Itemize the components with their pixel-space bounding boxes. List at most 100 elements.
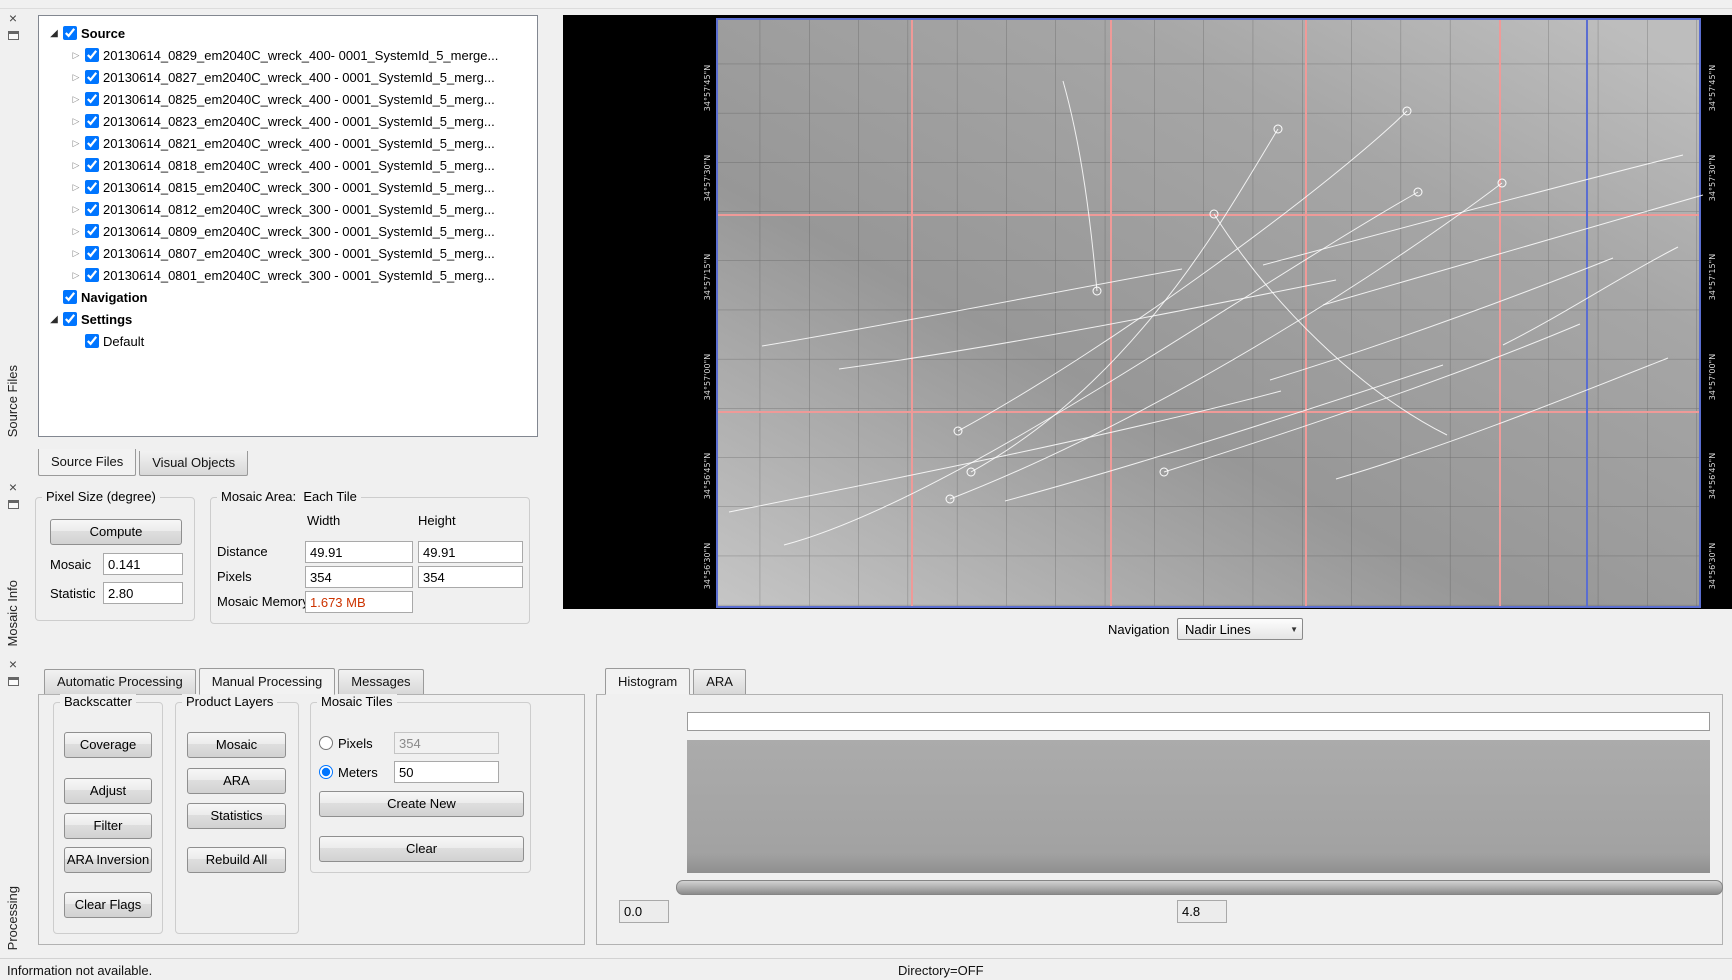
coverage-button[interactable]: Coverage bbox=[64, 732, 152, 758]
tab-source-files[interactable]: Source Files bbox=[38, 449, 136, 476]
histogram-max-field[interactable] bbox=[1177, 900, 1227, 923]
tree-row-file[interactable]: ▷ 20130614_0809_em2040C_wreck_300 - 0001… bbox=[39, 220, 537, 242]
tree-row-file[interactable]: ▷ 20130614_0801_em2040C_wreck_300 - 0001… bbox=[39, 264, 537, 286]
pixels-radio[interactable] bbox=[319, 736, 333, 750]
filter-button[interactable]: Filter bbox=[64, 813, 152, 839]
histogram-min-field[interactable] bbox=[619, 900, 669, 923]
expander-icon[interactable]: ▷ bbox=[69, 138, 83, 149]
tree-checkbox[interactable] bbox=[63, 290, 77, 304]
tree-row-file[interactable]: ▷ 20130614_0818_em2040C_wreck_400 - 0001… bbox=[39, 154, 537, 176]
tree-checkbox[interactable] bbox=[63, 26, 77, 40]
clear-button[interactable]: Clear bbox=[319, 836, 524, 862]
tree-checkbox[interactable] bbox=[63, 312, 77, 326]
tree-row-settings[interactable]: ◢ Settings bbox=[39, 308, 537, 330]
height-column-header: Height bbox=[418, 513, 456, 528]
tree-row-file[interactable]: ▷ 20130614_0825_em2040C_wreck_400 - 0001… bbox=[39, 88, 537, 110]
processing-dock-strip: × Processing bbox=[0, 654, 27, 959]
tile-meters-field[interactable] bbox=[394, 761, 499, 783]
create-new-button[interactable]: Create New bbox=[319, 791, 524, 817]
close-icon[interactable]: × bbox=[5, 11, 21, 27]
tree-checkbox[interactable] bbox=[85, 334, 99, 348]
tree-row-file[interactable]: ▷ 20130614_0823_em2040C_wreck_400 - 0001… bbox=[39, 110, 537, 132]
tree-item-label: 20130614_0812_em2040C_wreck_300 - 0001_S… bbox=[103, 202, 495, 217]
expander-icon[interactable]: ▷ bbox=[69, 94, 83, 105]
expander-icon[interactable]: ▷ bbox=[69, 160, 83, 171]
tree-checkbox[interactable] bbox=[85, 202, 99, 216]
mosaic-memory-value bbox=[305, 591, 413, 613]
source-tree-panel: ◢ Source ▷ 20130614_0829_em2040C_wreck_4… bbox=[38, 15, 538, 437]
pixels-height-field[interactable] bbox=[418, 566, 523, 588]
tree-checkbox[interactable] bbox=[85, 158, 99, 172]
tab-ara[interactable]: ARA bbox=[693, 669, 746, 694]
source-files-dock-strip: × Source Files bbox=[0, 9, 27, 477]
float-dock-icon[interactable] bbox=[8, 500, 19, 509]
statistic-pixel-size-field[interactable] bbox=[103, 582, 183, 604]
tab-automatic-processing[interactable]: Automatic Processing bbox=[44, 669, 196, 694]
navigation-combo-value: Nadir Lines bbox=[1185, 622, 1251, 637]
navigation-combo[interactable]: Nadir Lines ▼ bbox=[1177, 618, 1303, 640]
float-dock-icon[interactable] bbox=[8, 31, 19, 40]
map-view[interactable]: 34°57'45"N 34°57'30"N 34°57'15"N 34°57'0… bbox=[563, 15, 1732, 609]
tree-item-label: 20130614_0827_em2040C_wreck_400 - 0001_S… bbox=[103, 70, 495, 85]
mosaic-pixel-size-field[interactable] bbox=[103, 553, 183, 575]
pixels-width-field[interactable] bbox=[305, 566, 413, 588]
expander-icon[interactable]: ▷ bbox=[69, 204, 83, 215]
expander-icon[interactable]: ▷ bbox=[69, 72, 83, 83]
expander-icon[interactable]: ▷ bbox=[69, 270, 83, 281]
tree-row-file[interactable]: ▷ 20130614_0807_em2040C_wreck_300 - 0001… bbox=[39, 242, 537, 264]
expander-icon[interactable]: ▷ bbox=[69, 182, 83, 193]
tab-histogram[interactable]: Histogram bbox=[605, 668, 690, 695]
close-icon[interactable]: × bbox=[5, 657, 21, 673]
lat-tick-labels-left: 34°57'45"N 34°57'30"N 34°57'15"N 34°57'0… bbox=[703, 65, 712, 589]
tree-checkbox[interactable] bbox=[85, 136, 99, 150]
tree-checkbox[interactable] bbox=[85, 246, 99, 260]
tree-row-source[interactable]: ◢ Source bbox=[39, 22, 537, 44]
tab-messages[interactable]: Messages bbox=[338, 669, 423, 694]
tree-checkbox[interactable] bbox=[85, 70, 99, 84]
tree-checkbox[interactable] bbox=[85, 268, 99, 282]
mosaic-area-group: Mosaic Area: Each Tile Width Height Dist… bbox=[210, 497, 530, 624]
tree-checkbox[interactable] bbox=[85, 114, 99, 128]
tab-manual-processing[interactable]: Manual Processing bbox=[199, 668, 336, 695]
tree-row-file[interactable]: ▷ 20130614_0829_em2040C_wreck_400- 0001_… bbox=[39, 44, 537, 66]
expander-icon[interactable]: ▷ bbox=[69, 116, 83, 127]
tree-item-label: 20130614_0821_em2040C_wreck_400 - 0001_S… bbox=[103, 136, 495, 151]
expander-icon[interactable]: ▷ bbox=[69, 226, 83, 237]
map-canvas[interactable]: 34°57'45"N 34°57'30"N 34°57'15"N 34°57'0… bbox=[563, 15, 1732, 609]
compute-button[interactable]: Compute bbox=[50, 519, 182, 545]
close-icon[interactable]: × bbox=[5, 480, 21, 496]
lat-tick-labels-right: 34°57'45"N 34°57'30"N 34°57'15"N 34°57'0… bbox=[1708, 65, 1717, 589]
tree-checkbox[interactable] bbox=[85, 224, 99, 238]
tree-row-file[interactable]: ▷ 20130614_0812_em2040C_wreck_300 - 0001… bbox=[39, 198, 537, 220]
statistics-button[interactable]: Statistics bbox=[187, 803, 286, 829]
float-dock-icon[interactable] bbox=[8, 677, 19, 686]
tree-checkbox[interactable] bbox=[85, 48, 99, 62]
tree-row-default[interactable]: Default bbox=[39, 330, 537, 352]
expander-icon[interactable]: ◢ bbox=[47, 28, 61, 39]
tree-item-label: 20130614_0807_em2040C_wreck_300 - 0001_S… bbox=[103, 246, 495, 261]
histogram-scrollbar[interactable] bbox=[676, 880, 1723, 895]
clear-flags-button[interactable]: Clear Flags bbox=[64, 892, 152, 918]
tab-visual-objects[interactable]: Visual Objects bbox=[139, 451, 248, 476]
tree-checkbox[interactable] bbox=[85, 180, 99, 194]
distance-width-field[interactable] bbox=[305, 541, 413, 563]
expander-icon[interactable]: ▷ bbox=[69, 248, 83, 259]
meters-radio[interactable] bbox=[319, 765, 333, 779]
distance-height-field[interactable] bbox=[418, 541, 523, 563]
tree-checkbox[interactable] bbox=[85, 92, 99, 106]
tree-row-file[interactable]: ▷ 20130614_0827_em2040C_wreck_400 - 0001… bbox=[39, 66, 537, 88]
mosaic-memory-label: Mosaic Memory bbox=[217, 594, 309, 609]
tree-row-navigation[interactable]: Navigation bbox=[39, 286, 537, 308]
status-directory: Directory=OFF bbox=[898, 963, 984, 978]
expander-icon[interactable]: ▷ bbox=[69, 50, 83, 61]
ara-inversion-button[interactable]: ARA Inversion bbox=[64, 847, 152, 873]
expander-icon[interactable]: ◢ bbox=[47, 314, 61, 325]
tree-item-label: Default bbox=[103, 334, 144, 349]
mosaic-tiles-group: Mosaic Tiles Pixels Meters Create New Cl… bbox=[310, 702, 531, 873]
mosaic-button[interactable]: Mosaic bbox=[187, 732, 286, 758]
rebuild-all-button[interactable]: Rebuild All bbox=[187, 847, 286, 873]
tree-row-file[interactable]: ▷ 20130614_0815_em2040C_wreck_300 - 0001… bbox=[39, 176, 537, 198]
adjust-button[interactable]: Adjust bbox=[64, 778, 152, 804]
tree-row-file[interactable]: ▷ 20130614_0821_em2040C_wreck_400 - 0001… bbox=[39, 132, 537, 154]
ara-button[interactable]: ARA bbox=[187, 768, 286, 794]
